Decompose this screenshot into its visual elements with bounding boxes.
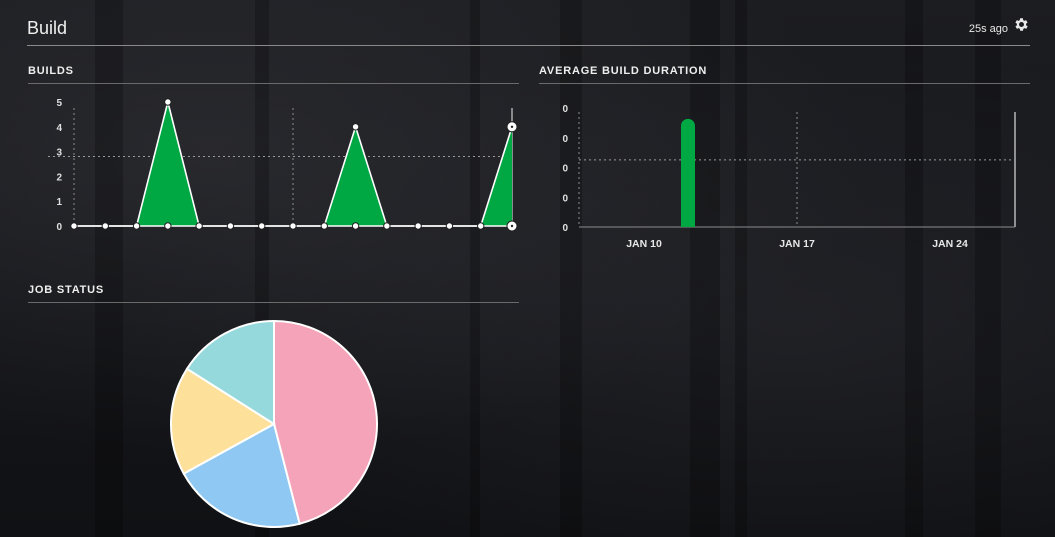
- baseline-point: [258, 222, 266, 230]
- baseline-point: [70, 222, 78, 230]
- y-tick-label: 0: [56, 222, 62, 233]
- baseline-point: [226, 222, 235, 230]
- y-tick-label: 5: [56, 98, 62, 109]
- data-point-center: [510, 125, 514, 128]
- baseline-point: [132, 222, 141, 230]
- gear-icon[interactable]: [1013, 16, 1030, 33]
- baseline-point: [477, 222, 485, 230]
- y-tick-label: 1: [56, 197, 62, 208]
- baseline-point: [414, 222, 422, 230]
- y-tick-label: 2: [56, 172, 62, 183]
- y-tick-label: 0: [562, 223, 568, 234]
- y-tick-label: 0: [562, 164, 568, 175]
- baseline-point: [445, 222, 454, 230]
- duration-panel-title: AVERAGE BUILD DURATION: [539, 65, 1030, 84]
- job-status-pie-chart: [170, 319, 378, 528]
- data-point: [164, 98, 172, 106]
- baseline-point: [289, 222, 297, 230]
- builds-chart: 0 1 2 3 4 5: [48, 98, 518, 233]
- x-tick-label: JAN 17: [779, 238, 815, 250]
- last-updated-label: 25s ago: [968, 23, 1008, 35]
- duration-bar: [681, 118, 695, 227]
- y-tick-label: 0: [562, 193, 568, 204]
- builds-panel-title: BUILDS: [28, 65, 519, 84]
- job-status-panel-title: JOB STATUS: [28, 284, 519, 303]
- data-point: [351, 123, 360, 131]
- baseline-point: [383, 222, 391, 230]
- y-tick-label: 0: [562, 134, 568, 145]
- baseline-point: [164, 222, 172, 230]
- dashboard-header: Build 25s ago: [27, 16, 1030, 46]
- y-tick-label: 3: [56, 148, 62, 159]
- baseline-point: [195, 222, 203, 230]
- baseline-point: [351, 222, 360, 230]
- baseline-point: [320, 222, 328, 230]
- baseline-point-center: [510, 224, 514, 228]
- x-tick-label: JAN 10: [626, 238, 662, 250]
- baseline-point: [101, 222, 109, 230]
- x-tick-label: JAN 24: [932, 238, 968, 250]
- duration-bar-base: [681, 217, 695, 227]
- y-tick-label: 0: [562, 104, 568, 115]
- y-tick-label: 4: [56, 123, 62, 134]
- duration-chart: 0 0 0 0 0 JAN 10 JAN 17 JAN 24: [562, 104, 1016, 250]
- page-title: Build: [27, 18, 68, 38]
